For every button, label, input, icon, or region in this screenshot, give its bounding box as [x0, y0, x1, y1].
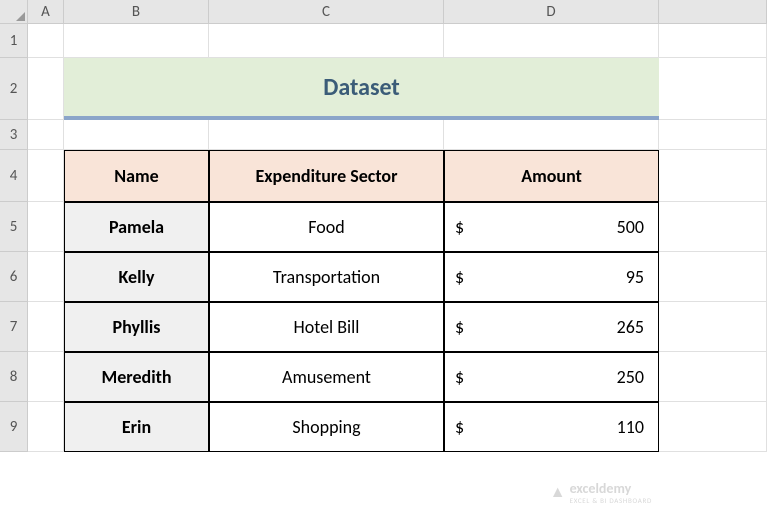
watermark-brand: exceldemy	[570, 480, 632, 497]
currency-symbol: $	[455, 416, 464, 438]
sector-1[interactable]: Transportation	[209, 252, 444, 302]
sector-4[interactable]: Shopping	[209, 402, 444, 452]
header-amount[interactable]: Amount	[444, 150, 659, 202]
amount-value: 265	[617, 316, 644, 338]
row-header-9[interactable]: 9	[0, 402, 28, 452]
row-header-5[interactable]: 5	[0, 202, 28, 252]
cell-a8[interactable]	[28, 352, 64, 402]
watermark-sub: EXCEL & BI DASHBOARD	[570, 497, 652, 505]
header-sector[interactable]: Expenditure Sector	[209, 150, 444, 202]
cell-e9[interactable]	[659, 402, 767, 452]
row-header-7[interactable]: 7	[0, 302, 28, 352]
col-header-extra[interactable]	[659, 0, 767, 24]
currency-symbol: $	[455, 316, 464, 338]
cell-a5[interactable]	[28, 202, 64, 252]
row-header-8[interactable]: 8	[0, 352, 28, 402]
name-3[interactable]: Meredith	[64, 352, 209, 402]
cell-d3[interactable]	[444, 120, 659, 150]
chart-icon: ▲	[550, 483, 566, 502]
name-4[interactable]: Erin	[64, 402, 209, 452]
col-header-c[interactable]: C	[209, 0, 444, 24]
row-header-4[interactable]: 4	[0, 150, 28, 202]
cell-a4[interactable]	[28, 150, 64, 202]
row-header-3[interactable]: 3	[0, 120, 28, 150]
row-header-1[interactable]: 1	[0, 24, 28, 58]
name-0[interactable]: Pamela	[64, 202, 209, 252]
cell-e3[interactable]	[659, 120, 767, 150]
col-header-d[interactable]: D	[444, 0, 659, 24]
cell-e4[interactable]	[659, 150, 767, 202]
currency-symbol: $	[455, 216, 464, 238]
cell-e8[interactable]	[659, 352, 767, 402]
cell-a3[interactable]	[28, 120, 64, 150]
cell-e7[interactable]	[659, 302, 767, 352]
cell-e6[interactable]	[659, 252, 767, 302]
amount-4[interactable]: $ 110	[444, 402, 659, 452]
cell-e1[interactable]	[659, 24, 767, 58]
amount-value: 500	[617, 216, 644, 238]
amount-1[interactable]: $ 95	[444, 252, 659, 302]
cell-e5[interactable]	[659, 202, 767, 252]
row-header-2[interactable]: 2	[0, 58, 28, 120]
col-header-a[interactable]: A	[28, 0, 64, 24]
currency-symbol: $	[455, 266, 464, 288]
col-header-b[interactable]: B	[64, 0, 209, 24]
cell-a9[interactable]	[28, 402, 64, 452]
currency-symbol: $	[455, 366, 464, 388]
amount-3[interactable]: $ 250	[444, 352, 659, 402]
cell-e2[interactable]	[659, 58, 767, 120]
cell-b1[interactable]	[64, 24, 209, 58]
cell-a6[interactable]	[28, 252, 64, 302]
amount-0[interactable]: $ 500	[444, 202, 659, 252]
header-name[interactable]: Name	[64, 150, 209, 202]
cell-c1[interactable]	[209, 24, 444, 58]
cell-a7[interactable]	[28, 302, 64, 352]
row-header-6[interactable]: 6	[0, 252, 28, 302]
name-2[interactable]: Phyllis	[64, 302, 209, 352]
sector-2[interactable]: Hotel Bill	[209, 302, 444, 352]
select-all-corner[interactable]	[0, 0, 28, 24]
name-1[interactable]: Kelly	[64, 252, 209, 302]
sector-0[interactable]: Food	[209, 202, 444, 252]
cell-c3[interactable]	[209, 120, 444, 150]
dataset-title[interactable]: Dataset	[64, 58, 659, 120]
cell-a1[interactable]	[28, 24, 64, 58]
cell-d1[interactable]	[444, 24, 659, 58]
spreadsheet-grid: A B C D 1 2 Dataset 3 4 Name Expenditure…	[0, 0, 767, 452]
amount-value: 110	[617, 416, 644, 438]
amount-value: 95	[626, 266, 644, 288]
sector-3[interactable]: Amusement	[209, 352, 444, 402]
amount-value: 250	[617, 366, 644, 388]
amount-2[interactable]: $ 265	[444, 302, 659, 352]
cell-b3[interactable]	[64, 120, 209, 150]
cell-a2[interactable]	[28, 58, 64, 120]
watermark: ▲ exceldemy EXCEL & BI DASHBOARD	[550, 480, 652, 505]
